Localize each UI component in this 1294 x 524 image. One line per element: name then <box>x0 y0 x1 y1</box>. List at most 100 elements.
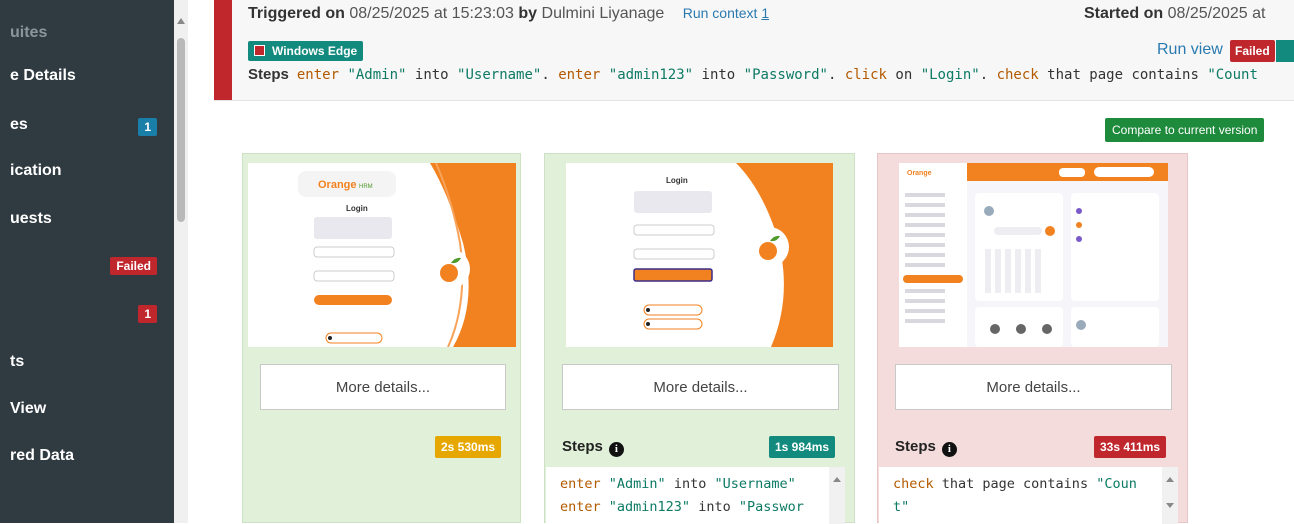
steps-summary: Steps enter "Admin" into "Username". ente… <box>248 66 1258 83</box>
step-token: check <box>996 67 1039 83</box>
step-token: . <box>827 67 845 83</box>
triggered-label: Triggered on <box>248 5 345 22</box>
scrollbar-thumb[interactable] <box>177 38 185 222</box>
login-page-screenshot: Orange HRM Login <box>248 163 516 347</box>
scroll-down-icon[interactable] <box>1166 503 1174 508</box>
run-header: Triggered on 08/25/2025 at 15:23:03 by D… <box>214 0 1294 101</box>
info-icon[interactable]: i <box>608 442 624 457</box>
started-info: Started on 08/25/2025 at <box>1084 5 1265 23</box>
sidebar-item[interactable]: uests <box>10 210 52 228</box>
result-card: Orange HRM Login More details... 2s 530m… <box>242 153 521 523</box>
scroll-up-icon[interactable] <box>833 477 841 482</box>
step-token <box>601 499 609 515</box>
step-token <box>600 67 608 83</box>
sidebar-count-badge: 1 <box>138 305 157 323</box>
step-token: into <box>690 499 739 515</box>
sidebar-item[interactable]: uites <box>10 24 47 42</box>
trigger-info: Triggered on 08/25/2025 at 15:23:03 by D… <box>248 5 769 23</box>
browser-square-icon <box>254 45 265 56</box>
step-line: check that page contains "Coun <box>893 473 1178 496</box>
badge-edge <box>1276 40 1294 62</box>
step-token: "Passwor <box>738 499 804 515</box>
step-token: . <box>979 67 997 83</box>
step-token: that page contains <box>1038 67 1208 83</box>
mini-logo-suffix: HRM <box>359 184 373 190</box>
duration-badge: 33s 411ms <box>1094 436 1167 458</box>
steps-list[interactable]: check that page contains "Coun t" <box>879 467 1178 524</box>
steps-list[interactable]: enter "Admin" into "Username" enter "admi… <box>546 467 845 524</box>
result-card: Orange More details... Steps i 33s 411ms… <box>877 153 1188 524</box>
step-token <box>601 476 609 492</box>
mini-logo-text: Orange <box>907 170 932 177</box>
step-token: "Count <box>1207 67 1258 83</box>
steps-list-content: enter "Admin" into "Username" enter "admi… <box>546 467 845 519</box>
started-date: 08/25/2025 at <box>1167 5 1266 22</box>
steps-label: Steps <box>248 66 289 83</box>
sidebar-item[interactable]: es <box>10 116 28 134</box>
steps-heading: Steps i <box>895 438 957 457</box>
dashboard-screenshot: Orange <box>899 163 1168 347</box>
more-details-button[interactable]: More details... <box>562 364 839 410</box>
screenshot-thumbnail[interactable]: Orange <box>899 163 1168 347</box>
step-token: enter <box>560 476 601 492</box>
sidebar: uites e Details es 1 ication uests Failed 1 ts Vi… <box>0 0 174 523</box>
sidebar-count-badge: 1 <box>138 118 157 136</box>
sidebar-item[interactable]: ts <box>10 353 24 371</box>
step-token: "Password" <box>743 67 828 83</box>
browser-label: Windows Edge <box>272 44 358 58</box>
steps-scrollbar[interactable] <box>1162 467 1178 524</box>
step-token: enter <box>296 67 340 83</box>
step-token: "Login" <box>920 67 980 83</box>
steps-heading: Steps i <box>562 438 624 457</box>
steps-heading-text: Steps <box>562 438 603 455</box>
mini-login-title: Login <box>666 176 688 185</box>
triggered-date: 08/25/2025 at 15:23:03 <box>349 5 514 22</box>
steps-text: enter "Admin" into "Username". enter "ad… <box>297 67 1258 83</box>
failure-indicator-bar <box>214 0 232 100</box>
duration-badge: 2s 530ms <box>435 436 502 458</box>
triggered-user: Dulmini Liyanage <box>541 5 665 22</box>
sidebar-item[interactable]: red Data <box>10 447 74 465</box>
run-view-link[interactable]: Run view <box>1157 41 1223 59</box>
step-token: "admin123" <box>608 499 691 515</box>
scroll-up-icon[interactable] <box>1166 477 1174 482</box>
steps-scrollbar[interactable] <box>829 467 845 524</box>
screenshot-thumbnail[interactable]: Orange HRM Login <box>248 163 516 347</box>
step-token: "Username" <box>714 476 796 492</box>
login-page-screenshot: Login <box>566 163 833 347</box>
step-token: "Coun <box>1096 476 1137 492</box>
more-details-button[interactable]: More details... <box>260 364 506 410</box>
step-token: into <box>406 67 458 83</box>
info-icon[interactable]: i <box>941 442 957 457</box>
screenshot-thumbnail[interactable]: Login <box>566 163 833 347</box>
step-token: "Username" <box>457 67 542 83</box>
sidebar-scrollbar[interactable] <box>174 0 188 523</box>
step-token: "admin123" <box>608 67 694 83</box>
step-token: t" <box>893 499 910 515</box>
step-line: t" <box>893 496 1178 519</box>
sidebar-item[interactable]: View <box>10 400 46 418</box>
run-context-count[interactable]: 1 <box>761 5 769 21</box>
more-details-button[interactable]: More details... <box>895 364 1172 410</box>
status-badge: Failed <box>1230 40 1275 62</box>
run-context-label[interactable]: Run context <box>683 5 758 21</box>
sidebar-item[interactable]: e Details <box>10 67 76 85</box>
run-context-link[interactable]: Run context 1 <box>683 5 769 21</box>
step-token: into <box>693 67 744 83</box>
duration-badge: 1s 984ms <box>769 436 836 458</box>
sidebar-item[interactable]: ication <box>10 162 62 180</box>
steps-list-content: check that page contains "Coun t" <box>879 467 1178 519</box>
steps-heading-text: Steps <box>895 438 936 455</box>
sidebar-count-badge: Failed <box>110 257 157 275</box>
by-label: by <box>518 5 538 22</box>
step-token: into <box>665 476 715 492</box>
step-token: click <box>844 67 887 83</box>
compare-to-current-version-button[interactable]: Compare to current version <box>1105 118 1265 142</box>
step-token: enter <box>560 499 601 515</box>
scroll-up-icon[interactable] <box>177 18 185 24</box>
step-token: "Admin" <box>347 67 407 83</box>
step-token: check <box>893 476 934 492</box>
result-card: Login More details... Steps i 1s 984ms en… <box>544 153 855 524</box>
step-token: on <box>886 67 921 83</box>
step-token: . <box>541 67 559 83</box>
